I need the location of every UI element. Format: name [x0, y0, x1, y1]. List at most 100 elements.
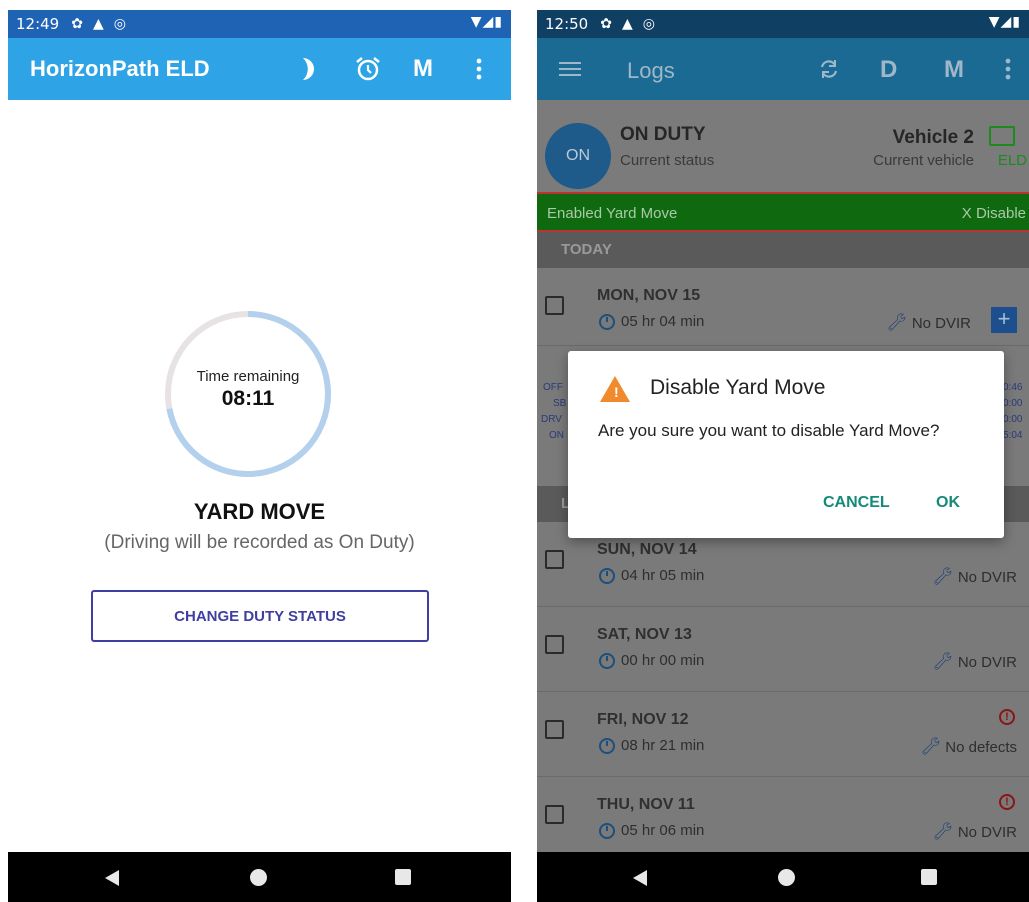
back-icon[interactable]: [105, 870, 119, 886]
log-hours: 05 hr 06 min: [599, 822, 704, 839]
signal-battery-icons: ▼◢▮: [988, 14, 1021, 30]
log-date: SUN, NOV 14: [597, 541, 697, 558]
dvir-text: No DVIR: [957, 653, 1017, 671]
overflow-menu-icon[interactable]: [474, 57, 484, 81]
log-hours-text: 04 hr 05 min: [621, 567, 705, 584]
log-hours-text: 08 hr 21 min: [621, 737, 705, 754]
log-checkbox[interactable]: [545, 720, 564, 739]
current-status-title: ON DUTY: [620, 124, 706, 145]
log-date: MON, NOV 15: [597, 287, 701, 304]
warning-icon: ▲: [621, 16, 633, 32]
ok-button[interactable]: OK: [936, 494, 960, 512]
log-date: SAT, NOV 13: [597, 626, 692, 643]
eld-connected-icon: [989, 126, 1015, 146]
eld-label: ELD: [997, 152, 1027, 169]
log-checkbox[interactable]: [545, 635, 564, 654]
wrench-icon: 🔧︎: [919, 737, 942, 756]
dvir-status[interactable]: 🔧︎ No DVIR: [932, 652, 1017, 672]
duty-status-subtitle: (Driving will be recorded as On Duty): [104, 532, 415, 553]
log-row[interactable]: THU, NOV 11 05 hr 06 min ! 🔧︎ No DVIR: [537, 777, 1029, 862]
d-menu-button[interactable]: D: [880, 56, 897, 84]
log-hours: 05 hr 04 min: [599, 313, 704, 330]
warning-icon: ▲: [92, 16, 104, 32]
section-today: TODAY: [537, 232, 1029, 268]
app-title: Logs: [627, 58, 675, 83]
status-bar: 12:49 ✿ ▲ ◎ ▼◢▮: [8, 10, 511, 38]
gear-icon: ✿: [600, 16, 612, 32]
change-duty-status-button[interactable]: CHANGE DUTY STATUS: [91, 590, 429, 642]
log-checkbox[interactable]: [545, 805, 564, 824]
log-hours: 08 hr 21 min: [599, 737, 704, 754]
alert-icon: !: [999, 709, 1015, 725]
recents-icon[interactable]: [395, 869, 411, 885]
chart-value-sb: 0:00: [1003, 398, 1023, 409]
alarm-clock-icon[interactable]: [354, 55, 382, 83]
log-hours-text: 05 hr 06 min: [621, 822, 705, 839]
dvir-text: No DVIR: [957, 568, 1017, 586]
sync-icon[interactable]: [818, 58, 840, 80]
alert-icon: !: [999, 794, 1015, 810]
hamburger-menu-icon[interactable]: [559, 62, 581, 76]
cancel-button[interactable]: CANCEL: [823, 494, 890, 512]
duty-status-title: YARD MOVE: [193, 499, 326, 524]
dvir-text: No defects: [945, 738, 1017, 756]
moon-icon[interactable]: [299, 56, 321, 82]
log-row[interactable]: SAT, NOV 13 00 hr 00 min 🔧︎ No DVIR: [537, 607, 1029, 692]
overflow-menu-icon[interactable]: [1003, 57, 1013, 81]
signal-battery-icons: ▼◢▮: [470, 14, 503, 30]
on-duty-badge: ON: [545, 123, 611, 189]
dvir-status[interactable]: 🔧︎ No defects: [920, 737, 1017, 757]
time-remaining-value: 08:11: [221, 387, 275, 410]
current-status-card: ON ON DUTY Current status Vehicle 2 Curr…: [537, 100, 1029, 192]
add-dvir-button[interactable]: +: [991, 307, 1017, 333]
back-icon[interactable]: [633, 870, 647, 886]
sync-icon: ◎: [113, 16, 126, 32]
app-title: HorizonPath ELD: [30, 56, 210, 81]
section-today-label: TODAY: [561, 241, 612, 258]
log-checkbox[interactable]: [545, 296, 564, 315]
m-menu-button[interactable]: M: [944, 56, 964, 84]
disable-yard-move-dialog: ! Disable Yard Move Are you sure you wan…: [568, 351, 1004, 538]
yard-move-banner: Enabled Yard Move X Disable: [537, 192, 1029, 232]
time-remaining-ring: Time remaining 08:11: [163, 309, 333, 479]
log-hours-text: 00 hr 00 min: [621, 652, 705, 669]
app-bar: HorizonPath ELD M: [8, 38, 511, 100]
warning-mark: !: [614, 384, 619, 400]
right-phone-screen: 12:50 ✿ ▲ ◎ ▼◢▮ Logs D M ON ON DUTY Curr…: [537, 0, 1029, 902]
chart-label-drv: DRV: [541, 414, 562, 425]
clock-icon: [599, 822, 615, 839]
log-hours: 00 hr 00 min: [599, 652, 704, 669]
dvir-status[interactable]: 🔧︎ No DVIR: [932, 567, 1017, 587]
clock-icon: [599, 737, 615, 754]
log-row[interactable]: FRI, NOV 12 08 hr 21 min ! 🔧︎ No defects: [537, 692, 1029, 777]
disable-yard-move-button[interactable]: X Disable: [962, 205, 1026, 222]
log-hours: 04 hr 05 min: [599, 567, 704, 584]
log-row[interactable]: MON, NOV 15 05 hr 04 min 🔧︎ No DVIR +: [537, 268, 1029, 346]
chart-label-on: ON: [549, 430, 564, 441]
status-time: 12:49: [16, 15, 60, 33]
log-checkbox[interactable]: [545, 550, 564, 569]
home-icon[interactable]: [778, 869, 795, 886]
recents-icon[interactable]: [921, 869, 937, 885]
clock-icon: [599, 313, 615, 330]
clock-icon: [599, 567, 615, 584]
left-phone-screen: 12:49 ✿ ▲ ◎ ▼◢▮ HorizonPath ELD M Time r…: [8, 0, 511, 902]
chart-label-sb: SB: [553, 398, 567, 409]
dvir-status[interactable]: 🔧︎ No DVIR: [932, 822, 1017, 842]
current-vehicle-title[interactable]: Vehicle 2: [893, 127, 974, 149]
sync-icon: ◎: [642, 16, 655, 32]
dialog-message: Are you sure you want to disable Yard Mo…: [598, 421, 940, 440]
nav-bar: [537, 852, 1029, 902]
status-time: 12:50: [545, 15, 589, 33]
m-menu-button[interactable]: M: [413, 55, 433, 83]
gear-icon: ✿: [71, 16, 83, 32]
yard-move-banner-text: Enabled Yard Move: [547, 205, 678, 222]
home-icon[interactable]: [250, 869, 267, 886]
log-hours-text: 05 hr 04 min: [621, 313, 705, 330]
chart-value-on: 5:04: [1003, 430, 1023, 441]
status-bar: 12:50 ✿ ▲ ◎ ▼◢▮: [537, 10, 1029, 38]
log-date: FRI, NOV 12: [597, 711, 689, 728]
wrench-icon: 🔧︎: [932, 652, 954, 671]
dvir-status[interactable]: 🔧︎ No DVIR: [886, 313, 971, 333]
current-status-subtitle: Current status: [620, 152, 715, 169]
